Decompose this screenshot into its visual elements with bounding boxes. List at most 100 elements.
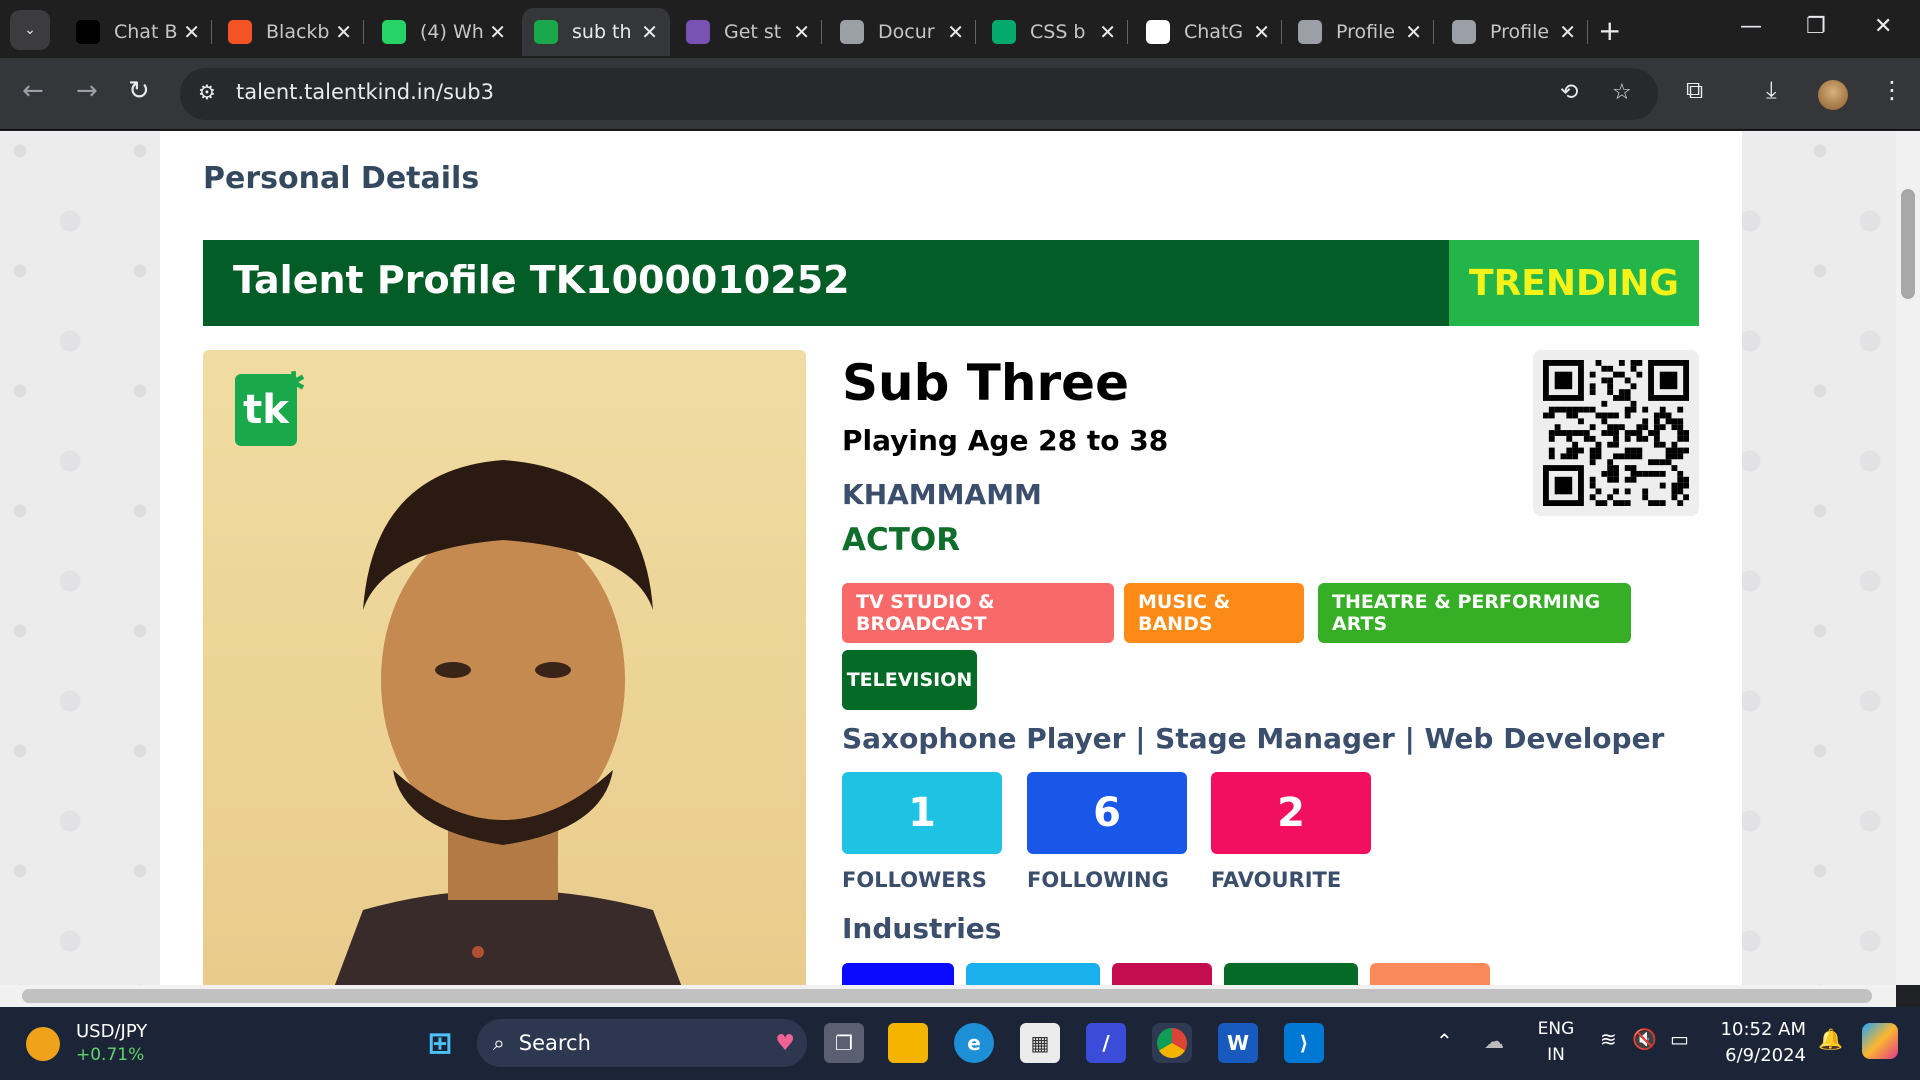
category-chip[interactable]: TV STUDIO & BROADCAST <box>842 583 1114 643</box>
toolbar: ← → ↻ ⚙ talent.talentkind.in/sub3 ⟲ ☆ ⧉ … <box>0 58 1920 130</box>
extensions-icon[interactable]: ⧉ <box>1686 76 1703 104</box>
taskbar: USD/JPY +0.71% ⊞ ⌕ Search ♥ ❐ e ▦ / W ⟩ ⌃ … <box>0 1007 1920 1080</box>
edge-icon[interactable]: e <box>954 1023 994 1063</box>
industries-title: Industries <box>842 912 1002 945</box>
industry-chip[interactable] <box>1370 963 1490 985</box>
city: KHAMMAMM <box>842 478 1042 511</box>
stat-following-value[interactable]: 6 <box>1027 772 1187 854</box>
menu-icon[interactable]: ⋮ <box>1880 76 1904 104</box>
qr-code <box>1533 350 1699 516</box>
taskbar-search[interactable]: ⌕ Search ♥ <box>477 1019 807 1067</box>
cloud-icon[interactable]: ☁ <box>1484 1029 1504 1053</box>
site-info-icon[interactable]: ⚙ <box>198 80 216 104</box>
tab-8[interactable]: ChatG ✕ <box>1134 8 1282 56</box>
vscode-icon[interactable]: ⟩ <box>1284 1023 1324 1063</box>
stat-favourite-value[interactable]: 2 <box>1211 772 1371 854</box>
industry-chip[interactable] <box>842 963 954 985</box>
file-explorer-icon[interactable] <box>888 1023 928 1063</box>
close-icon[interactable]: ✕ <box>1405 20 1422 44</box>
word-icon[interactable]: W <box>1218 1023 1258 1063</box>
url-text[interactable]: talent.talentkind.in/sub3 <box>236 80 494 104</box>
scroll-thumb[interactable] <box>1901 189 1915 299</box>
reload-button[interactable]: ↻ <box>128 76 150 106</box>
tab-7[interactable]: CSS b ✕ <box>980 8 1128 56</box>
profile-photo: tk ✱ <box>203 350 806 985</box>
app-icon[interactable]: / <box>1086 1023 1126 1063</box>
download-icon[interactable]: ⤓ <box>1766 76 1777 104</box>
bootstrap-icon <box>686 20 710 44</box>
industry-chip[interactable] <box>966 963 1100 985</box>
new-tab-button[interactable]: + <box>1598 14 1621 47</box>
tab-4[interactable]: sub th ✕ <box>522 8 670 56</box>
tab-search-button[interactable]: ⌄ <box>10 10 50 50</box>
microsoft-icon <box>228 20 252 44</box>
windows-start-icon[interactable]: ⊞ <box>420 1023 460 1063</box>
tab-5[interactable]: Get st ✕ <box>674 8 822 56</box>
page-viewport: Personal Details Talent Profile TK100001… <box>0 131 1896 985</box>
industry-chip[interactable] <box>1112 963 1212 985</box>
copilot-icon[interactable] <box>1862 1023 1898 1059</box>
back-button[interactable]: ← <box>22 76 44 106</box>
lang-top[interactable]: ENG <box>1536 1019 1576 1039</box>
horizontal-scrollbar[interactable] <box>0 985 1896 1007</box>
mute-icon[interactable]: 🔇 <box>1632 1027 1657 1051</box>
section-title: Personal Details <box>203 161 480 196</box>
tab-10[interactable]: Profile ✕ <box>1440 8 1588 56</box>
talent-name: Sub Three <box>842 354 1129 412</box>
stat-following-label: FOLLOWING <box>1027 868 1169 892</box>
close-icon[interactable]: ✕ <box>947 20 964 44</box>
chrome-icon[interactable] <box>1152 1023 1192 1063</box>
translate-icon[interactable]: ⟲ <box>1560 80 1578 105</box>
category-chip[interactable]: MUSIC & BANDS <box>1124 583 1304 643</box>
tab-2[interactable]: Blackb ✕ <box>216 8 364 56</box>
playing-age: Playing Age 28 to 38 <box>842 424 1169 457</box>
restore-button[interactable]: ❐ <box>1806 14 1826 39</box>
close-icon[interactable]: ✕ <box>1253 20 1270 44</box>
industry-chip[interactable] <box>1224 963 1358 985</box>
chevron-up-icon[interactable]: ⌃ <box>1436 1029 1453 1053</box>
stat-followers-value[interactable]: 1 <box>842 772 1002 854</box>
close-icon[interactable]: ✕ <box>1099 20 1116 44</box>
profile-avatar[interactable] <box>1818 80 1848 110</box>
tab-label: Chat B <box>114 21 178 43</box>
close-icon[interactable]: ✕ <box>183 20 200 44</box>
forward-button[interactable]: → <box>76 76 98 106</box>
ticker-symbol[interactable]: USD/JPY <box>76 1021 147 1042</box>
address-bar[interactable]: ⚙ talent.talentkind.in/sub3 ⟲ ☆ <box>180 68 1658 120</box>
task-view-icon[interactable]: ❐ <box>824 1023 864 1063</box>
tab-1[interactable]: Chat B ✕ <box>64 8 212 56</box>
category-chip[interactable]: TELEVISION <box>842 650 977 710</box>
vertical-scrollbar[interactable] <box>1896 131 1920 985</box>
search-label: Search <box>518 1031 591 1055</box>
minimize-button[interactable]: — <box>1740 14 1762 39</box>
clock-date: 6/9/2024 <box>1725 1045 1806 1066</box>
tab-3[interactable]: (4) Wh ✕ <box>370 8 518 56</box>
tab-label: Docur <box>878 21 935 43</box>
store-icon[interactable]: ▦ <box>1020 1023 1060 1063</box>
battery-icon[interactable]: ▭ <box>1670 1027 1689 1051</box>
tab-label: CSS b <box>1030 21 1086 43</box>
hscroll-thumb[interactable] <box>22 989 1872 1003</box>
category-chip[interactable]: THEATRE & PERFORMING ARTS <box>1318 583 1631 643</box>
close-icon[interactable]: ✕ <box>489 20 506 44</box>
w3-icon <box>992 20 1016 44</box>
close-icon[interactable]: ✕ <box>1559 20 1576 44</box>
tk-icon <box>534 20 558 44</box>
lang-bottom: IN <box>1547 1045 1565 1065</box>
close-icon[interactable]: ✕ <box>793 20 810 44</box>
close-icon[interactable]: ✕ <box>641 20 658 44</box>
globe-icon <box>840 20 864 44</box>
clock-time[interactable]: 10:52 AM <box>1714 1019 1806 1040</box>
globe-icon <box>1452 20 1476 44</box>
tab-6[interactable]: Docur ✕ <box>828 8 976 56</box>
tab-label: Profile <box>1490 21 1550 43</box>
notification-bell-icon[interactable]: 🔔 <box>1818 1027 1843 1051</box>
tab-9[interactable]: Profile ✕ <box>1286 8 1434 56</box>
wifi-icon[interactable]: ≋ <box>1600 1027 1617 1051</box>
tab-label: sub th <box>572 21 632 43</box>
close-icon[interactable]: ✕ <box>335 20 352 44</box>
profile-banner: Talent Profile TK1000010252 TRENDING <box>203 240 1699 326</box>
bookmark-star-icon[interactable]: ☆ <box>1612 80 1632 105</box>
chatgpt-icon <box>1146 20 1170 44</box>
close-window-button[interactable]: ✕ <box>1874 14 1892 39</box>
